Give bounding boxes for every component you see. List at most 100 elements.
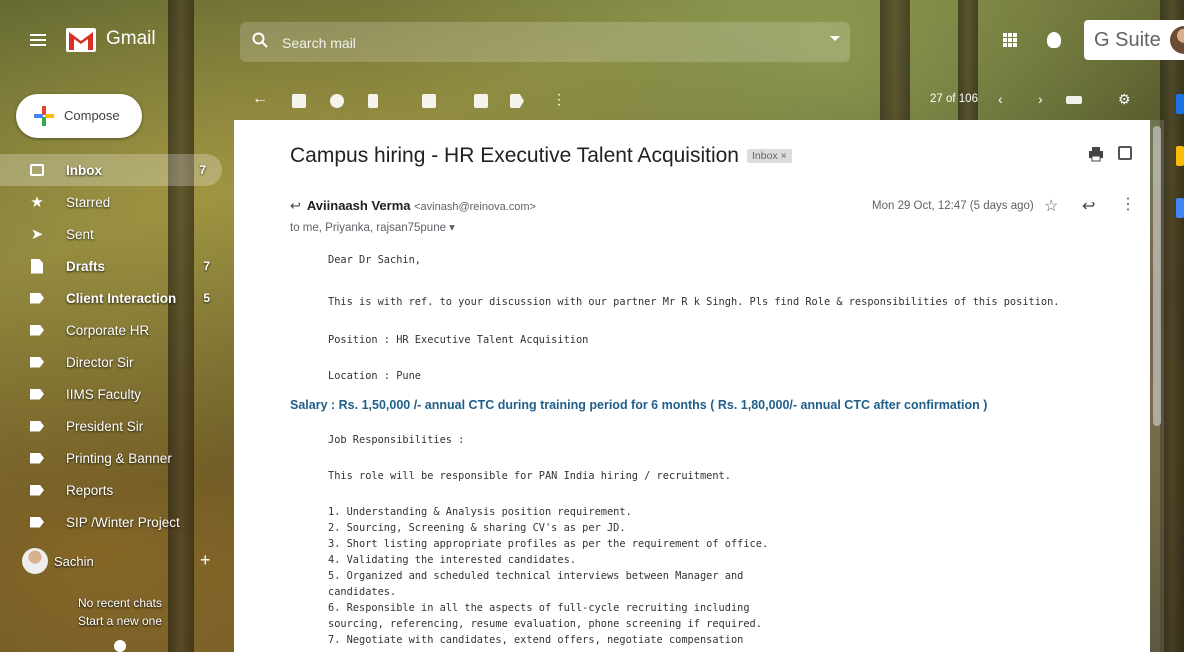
start-new-chat-link[interactable]: Start a new one xyxy=(0,614,240,628)
sidebar-item-iims-faculty[interactable]: IIMS Faculty xyxy=(0,378,226,410)
body-intro: This is with ref. to your discussion wit… xyxy=(328,296,1060,308)
sidebar-item-label: President Sir xyxy=(66,418,144,434)
pane-scrollbar[interactable] xyxy=(1150,120,1164,652)
sidebar-item-president-sir[interactable]: President Sir xyxy=(0,410,226,442)
side-panel-keep-icon[interactable] xyxy=(1176,146,1184,166)
subject-text: Campus hiring - HR Executive Talent Acqu… xyxy=(290,144,739,167)
gsuite-account-area[interactable]: G Suite xyxy=(1084,20,1184,60)
email-date: Mon 29 Oct, 12:47 (5 days ago) xyxy=(872,200,1034,212)
delete-icon[interactable] xyxy=(368,94,378,108)
sidebar-item-label: Director Sir xyxy=(66,354,134,370)
label-icon xyxy=(28,321,46,339)
body-position: Position : HR Executive Talent Acquisiti… xyxy=(328,334,589,346)
account-avatar[interactable] xyxy=(1170,26,1184,54)
inbox-label-chip[interactable]: Inbox × xyxy=(747,149,792,164)
sidebar-item-sent[interactable]: ➤ Sent xyxy=(0,218,226,250)
side-panel-calendar-icon[interactable] xyxy=(1176,94,1184,114)
message-toolbar: ← ⋮ 27 of 106 ‹ › ⚙ xyxy=(246,84,1184,118)
sidebar-item-corporate-hr[interactable]: Corporate HR xyxy=(0,314,226,346)
sidebar-item-label: Corporate HR xyxy=(66,322,150,338)
recipients-dropdown[interactable]: to me, Priyanka, rajsan75pune ▾ xyxy=(290,220,455,234)
reply-icon[interactable]: ↩ xyxy=(1082,196,1095,216)
main-menu-icon[interactable] xyxy=(30,34,46,46)
label-icon xyxy=(28,385,46,403)
print-icon[interactable] xyxy=(1088,146,1104,162)
message-pager: 27 of 106 xyxy=(930,93,978,105)
sidebar-item-label: IIMS Faculty xyxy=(66,386,142,402)
sidebar-item-inbox[interactable]: Inbox 7 xyxy=(0,154,222,186)
list-item: sourcing, referencing, resume evaluation… xyxy=(328,618,762,630)
side-panel-tasks-icon[interactable] xyxy=(1176,198,1184,218)
send-icon: ➤ xyxy=(30,226,44,243)
compose-button[interactable]: Compose xyxy=(16,94,142,138)
open-new-window-icon[interactable] xyxy=(1118,146,1132,160)
sidebar-item-reports[interactable]: Reports xyxy=(0,474,226,506)
label-icon xyxy=(28,353,46,371)
sidebar-item-director-sir[interactable]: Director Sir xyxy=(0,346,226,378)
list-item: 6. Responsible in all the aspects of ful… xyxy=(328,602,750,614)
body-responsibilities-heading: Job Responsibilities : xyxy=(328,434,465,446)
newer-icon[interactable]: ‹ xyxy=(998,91,1003,107)
sidebar-item-label: Starred xyxy=(66,194,111,210)
sender-email: <avinash@reinova.com> xyxy=(414,201,536,213)
gmail-logo-icon[interactable] xyxy=(66,28,96,52)
sidebar-item-client-interaction[interactable]: Client Interaction 5 xyxy=(0,282,226,314)
back-arrow-icon[interactable]: ← xyxy=(252,90,268,108)
email-subject: Campus hiring - HR Executive Talent Acqu… xyxy=(290,144,792,168)
list-item: candidates. xyxy=(328,586,397,598)
input-tools-icon[interactable] xyxy=(1066,96,1082,104)
settings-gear-icon[interactable]: ⚙ xyxy=(1118,91,1131,108)
label-icon xyxy=(28,289,46,307)
list-item: 4. Validating the interested candidates. xyxy=(328,554,576,566)
label-icon xyxy=(28,449,46,467)
body-location: Location : Pune xyxy=(328,370,421,382)
sidebar-item-printing-banner[interactable]: Printing & Banner xyxy=(0,442,226,474)
compose-label: Compose xyxy=(64,108,120,123)
older-icon[interactable]: › xyxy=(1038,91,1043,107)
hangouts-phone-icon[interactable] xyxy=(114,640,126,652)
add-chat-icon[interactable]: + xyxy=(200,550,211,571)
scrollbar-thumb[interactable] xyxy=(1153,126,1161,426)
sender-name[interactable]: Aviinaash Verma xyxy=(307,198,411,213)
list-item: 1. Understanding & Analysis position req… xyxy=(328,506,632,518)
body-responsibilities-intro: This role will be responsible for PAN In… xyxy=(328,470,731,482)
more-options-icon[interactable]: ⋮ xyxy=(1120,194,1136,214)
body-salary: Salary : Rs. 1,50,000 /- annual CTC duri… xyxy=(290,398,988,412)
apps-grid-icon[interactable] xyxy=(1003,33,1017,47)
star-icon: ★ xyxy=(30,194,44,211)
no-recent-chats-text: No recent chats xyxy=(77,596,163,610)
search-input[interactable] xyxy=(280,32,784,54)
sidebar-item-starred[interactable]: ★ Starred xyxy=(0,186,226,218)
move-to-icon[interactable] xyxy=(474,94,488,108)
inbox-icon xyxy=(28,161,46,179)
sidebar-item-drafts[interactable]: Drafts 7 xyxy=(0,250,226,282)
gmail-wordmark: Gmail xyxy=(106,28,156,49)
list-item: 7. Negotiate with candidates, extend off… xyxy=(328,634,744,646)
plus-icon xyxy=(34,106,54,126)
search-bar[interactable] xyxy=(240,22,850,62)
unread-count: 7 xyxy=(199,163,206,177)
sidebar-item-label: Drafts xyxy=(66,258,106,274)
user-avatar[interactable] xyxy=(22,548,48,574)
notifications-icon[interactable] xyxy=(1047,32,1061,48)
reading-pane: Campus hiring - HR Executive Talent Acqu… xyxy=(234,120,1150,652)
label-icon xyxy=(28,513,46,531)
label-icon xyxy=(28,417,46,435)
star-icon[interactable]: ☆ xyxy=(1044,196,1058,216)
hangouts-user-name: Sachin xyxy=(54,554,94,569)
search-options-icon[interactable] xyxy=(830,36,840,41)
label-icon xyxy=(28,481,46,499)
mark-unread-icon[interactable] xyxy=(422,94,436,108)
archive-icon[interactable] xyxy=(292,94,306,108)
sidebar-item-label: Reports xyxy=(66,482,114,498)
sidebar-item-label: SIP /Winter Project xyxy=(66,514,180,530)
sidebar-item-label: Printing & Banner xyxy=(66,450,172,466)
labels-icon[interactable] xyxy=(510,94,524,108)
unread-count: 7 xyxy=(203,259,210,273)
more-actions-icon[interactable]: ⋮ xyxy=(552,91,566,108)
search-icon[interactable] xyxy=(252,32,268,48)
hangouts-user[interactable]: Sachin + xyxy=(22,548,222,578)
sidebar: Inbox 7 ★ Starred ➤ Sent Drafts 7 Client… xyxy=(0,154,226,538)
sidebar-item-sip-winter-project[interactable]: SIP /Winter Project xyxy=(0,506,226,538)
report-spam-icon[interactable] xyxy=(330,94,344,108)
